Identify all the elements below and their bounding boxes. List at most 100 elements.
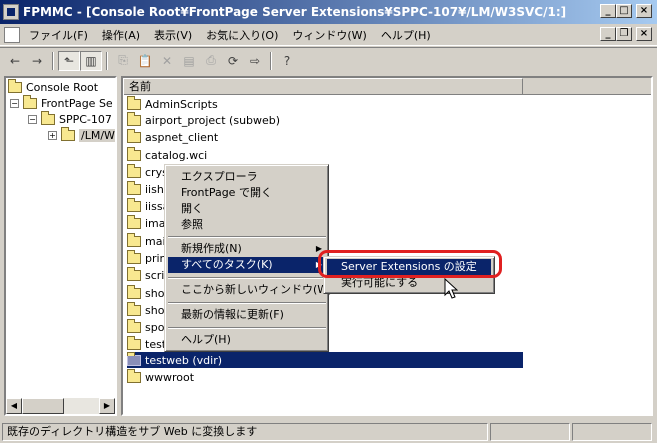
toolbar-separator (270, 51, 272, 70)
list-item[interactable]: crys (127, 163, 168, 180)
scroll-left-icon[interactable]: ◀ (6, 398, 22, 414)
folder-icon (127, 197, 141, 212)
menu-help[interactable]: ヘルプ(H) (374, 27, 438, 43)
back-icon[interactable]: ← (4, 51, 26, 71)
tree-item-label: SPPC-107 (59, 112, 112, 126)
forward-icon[interactable]: → (26, 51, 48, 71)
expand-icon[interactable]: + (48, 130, 57, 140)
delete-icon[interactable]: ✕ (156, 51, 178, 71)
scroll-right-icon[interactable]: ▶ (99, 398, 115, 414)
mdi-restore-button[interactable]: ❐ (616, 27, 632, 41)
folder-icon (127, 232, 141, 247)
collapse-icon[interactable]: − (10, 98, 19, 108)
list-item[interactable]: airport_project (subweb) (127, 111, 281, 128)
menu-item-new-window[interactable]: ここから新しいウィンドウ(W) (168, 282, 332, 298)
list-item[interactable]: wwwroot (127, 368, 195, 385)
tree-item-sppc[interactable]: − SPPC-107 (28, 110, 112, 127)
folder-icon (127, 95, 141, 110)
column-header-name[interactable]: 名前 (123, 78, 523, 95)
menu-item-open[interactable]: 開く (168, 201, 326, 217)
menu-bar: ファイル(F) 操作(A) 表示(V) お気に入り(O) ウィンドウ(W) ヘル… (0, 24, 657, 46)
refresh-icon[interactable]: ⟳ (222, 51, 244, 71)
status-bar: 既存のディレクトリ構造をサブ Web に変換します (0, 421, 657, 443)
list-item[interactable]: iissa (127, 197, 169, 214)
folder-icon (127, 284, 141, 299)
menu-separator (168, 277, 326, 279)
list-item[interactable]: catalog.wci (127, 146, 208, 163)
folder-icon (127, 351, 141, 366)
menu-item-explorer[interactable]: エクスプローラ (168, 169, 326, 185)
list-item-label: catalog.wci (145, 148, 208, 162)
toolbar: ← → ⬑ ▥ ⎘ 📋 ✕ ▤ ⎙ ⟳ ⇨ ? (0, 47, 657, 73)
up-folder-icon[interactable]: ⬑ (58, 50, 80, 71)
tree-item-label: FrontPage Se (41, 96, 113, 110)
print-icon[interactable]: ⎙ (200, 51, 222, 71)
list-item-label: AdminScripts (145, 97, 218, 111)
folder-icon (127, 318, 141, 333)
menu-action[interactable]: 操作(A) (95, 27, 147, 43)
list-item-label: testweb (vdir) (145, 353, 223, 367)
folder-icon (127, 111, 141, 126)
menu-separator (168, 327, 326, 329)
window-title: FPMMC - [Console Root¥FrontPage Server E… (23, 5, 567, 19)
show-hide-tree-icon[interactable]: ▥ (80, 50, 102, 71)
scroll-track[interactable] (22, 398, 99, 414)
list-item[interactable]: mail (127, 232, 169, 249)
folder-icon (127, 335, 141, 350)
title-bar[interactable]: FPMMC - [Console Root¥FrontPage Server E… (0, 0, 657, 24)
tree-item-lm[interactable]: + /LM/W (48, 126, 115, 143)
close-button[interactable]: × (636, 4, 652, 18)
properties-icon[interactable]: ▤ (178, 51, 200, 71)
menu-separator (168, 302, 326, 304)
context-menu: エクスプローラ FrontPage で開く 開く 参照 新規作成(N) ▶ すべて… (164, 164, 332, 352)
toolbar-separator (106, 51, 108, 70)
folder-icon (127, 163, 141, 178)
mouse-pointer-icon (444, 278, 458, 299)
status-panel-3 (572, 423, 652, 441)
list-item[interactable]: AdminScripts (127, 95, 218, 112)
list-item[interactable]: aspnet_client (127, 128, 219, 145)
menu-favorites[interactable]: お気に入り(O) (199, 27, 285, 43)
folder-icon (127, 180, 141, 195)
document-system-menu-icon[interactable] (4, 26, 20, 43)
menu-item-open-frontpage[interactable]: FrontPage で開く (168, 185, 326, 201)
menu-item-help[interactable]: ヘルプ(H) (168, 332, 326, 348)
menu-item-all-tasks[interactable]: すべてのタスク(K) ▶ (168, 257, 326, 273)
tree-item-frontpage[interactable]: − FrontPage Se (10, 94, 113, 111)
tree-item-console-root[interactable]: Console Root (8, 78, 98, 95)
help-icon[interactable]: ? (276, 51, 298, 71)
list-item[interactable]: spot (127, 318, 169, 335)
menu-item-label: すべてのタスク(K) (181, 258, 273, 271)
list-item-label: aspnet_client (145, 130, 219, 144)
highlight-annotation-ring (318, 250, 502, 278)
menu-item-new[interactable]: 新規作成(N) ▶ (168, 241, 326, 257)
folder-icon (41, 110, 55, 125)
folder-icon (127, 146, 141, 161)
folder-icon (127, 368, 141, 383)
folder-icon (127, 301, 141, 316)
maximize-button[interactable]: □ (616, 4, 632, 18)
menu-window[interactable]: ウィンドウ(W) (285, 27, 373, 43)
toolbar-separator (52, 51, 54, 70)
menu-item-browse[interactable]: 参照 (168, 217, 326, 233)
collapse-icon[interactable]: − (28, 114, 37, 124)
minimize-button[interactable]: _ (600, 4, 616, 18)
scroll-thumb[interactable] (22, 398, 64, 414)
list-item-selected[interactable]: testweb (vdir) (127, 351, 523, 368)
menu-view[interactable]: 表示(V) (147, 27, 199, 43)
app-icon[interactable] (3, 4, 19, 20)
folder-icon (23, 94, 37, 109)
paste-icon[interactable]: 📋 (134, 51, 156, 71)
copy-icon[interactable]: ⎘ (112, 51, 134, 71)
list-item-label: airport_project (subweb) (145, 113, 281, 127)
mdi-close-button[interactable]: × (636, 27, 652, 41)
list-item[interactable]: testi (127, 335, 169, 352)
tree-pane[interactable]: Console Root − FrontPage Se − SPPC-107 +… (4, 76, 117, 416)
menu-file[interactable]: ファイル(F) (22, 27, 95, 43)
horizontal-scrollbar[interactable]: ◀ ▶ (6, 398, 115, 414)
list-item-label: wwwroot (145, 370, 195, 384)
menu-item-refresh[interactable]: 最新の情報に更新(F) (168, 307, 326, 323)
export-list-icon[interactable]: ⇨ (244, 51, 266, 71)
mdi-minimize-button[interactable]: _ (600, 27, 616, 41)
status-panel-2 (490, 423, 570, 441)
